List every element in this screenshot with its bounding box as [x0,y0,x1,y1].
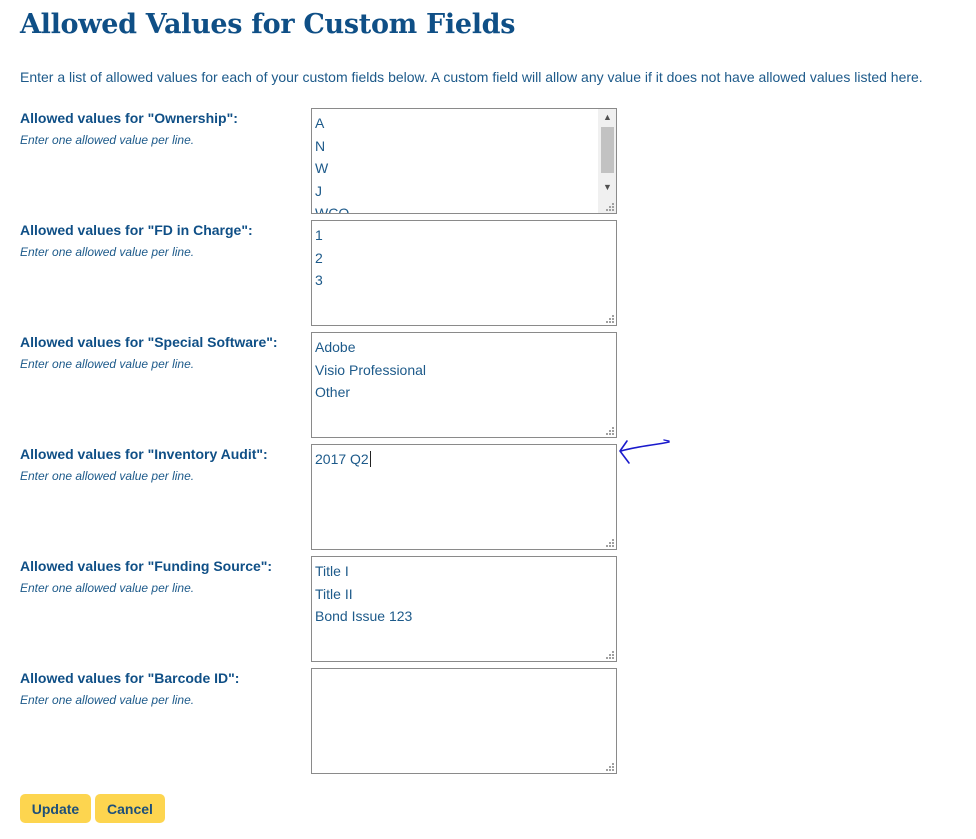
allowed-values-textarea[interactable]: 2017 Q2 [311,444,617,550]
allowed-value-text: Title II [315,585,353,602]
allowed-value-line: Visio Professional [315,359,596,382]
custom-fields-page: Allowed Values for Custom Fields Enter a… [0,0,976,839]
allowed-value-text: Bond Issue 123 [315,608,413,624]
allowed-value-line: A [315,112,596,135]
scrollbar[interactable]: ▲ ▼ [598,109,616,213]
allowed-value-line: J [315,180,596,203]
field-hint: Enter one allowed value per line. [20,357,195,371]
cancel-button[interactable]: Cancel [95,794,165,823]
scroll-thumb[interactable] [601,127,614,173]
allowed-values-textarea[interactable]: Adobe Visio Professional Other [311,332,617,438]
field-label: Allowed values for "Funding Source": [20,558,273,574]
allowed-values-list: 2017 Q2 [315,448,596,471]
resize-grip-icon[interactable] [606,427,614,435]
custom-field-row: Allowed values for "Barcode ID": Enter on… [20,668,620,774]
allowed-value-text: W [315,160,329,176]
resize-grip-icon[interactable] [606,539,614,547]
field-label: Allowed values for "Special Software": [20,334,278,350]
allowed-value-text: N [315,137,326,154]
allowed-value-text: Visio Professional [315,361,427,378]
allowed-values-list: A N W J WCO [315,112,596,214]
allowed-value-text: Adobe [315,339,356,355]
field-hint: Enter one allowed value per line. [20,693,195,707]
field-label: Allowed values for "Inventory Audit": [20,446,268,462]
field-label: Allowed values for "Ownership": [20,110,238,126]
allowed-value-text: Title I [315,563,349,579]
field-label: Allowed values for "FD in Charge": [20,222,253,238]
custom-field-row: Allowed values for "Funding Source": Ente… [20,556,620,662]
allowed-values-list: 1 2 3 [315,224,596,292]
allowed-value-line: WCO [315,202,596,214]
allowed-value-text: 2 [315,249,323,266]
allowed-values-list: Title I Title II Bond Issue 123 [315,560,596,628]
field-label: Allowed values for "Barcode ID": [20,670,240,686]
allowed-value-line: Adobe [315,336,596,359]
allowed-value-line: Title II [315,583,596,606]
allowed-value-line: 3 [315,269,596,292]
field-hint: Enter one allowed value per line. [20,469,195,483]
allowed-value-text: 2017 Q2 [315,451,369,467]
allowed-value-line: Title I [315,560,596,583]
allowed-value-line: 2017 Q2 [315,448,596,471]
resize-grip-icon[interactable] [606,203,614,211]
intro-text: Enter a list of allowed values for each … [20,69,923,85]
resize-grip-icon[interactable] [606,651,614,659]
allowed-value-text: Other [315,384,351,400]
custom-field-row: Allowed values for "Inventory Audit": Ent… [20,444,620,550]
page-title: Allowed Values for Custom Fields [20,9,516,40]
allowed-values-textarea[interactable]: Title I Title II Bond Issue 123 [311,556,617,662]
custom-field-row: Allowed values for "FD in Charge": Enter … [20,220,620,326]
allowed-values-textarea[interactable] [311,668,617,774]
update-button[interactable]: Update [20,794,91,823]
allowed-value-text: A [315,115,325,131]
custom-field-row: Allowed values for "Special Software": En… [20,332,620,438]
allowed-value-line: 2 [315,247,596,270]
allowed-value-line: 1 [315,224,596,247]
allowed-value-line: Other [315,381,596,404]
allowed-value-line: N [315,135,596,158]
allowed-value-line: Bond Issue 123 [315,605,596,628]
text-caret [369,451,371,467]
resize-grip-icon[interactable] [606,763,614,771]
allowed-value-text: WCO [315,205,350,214]
allowed-value-text: 3 [315,272,323,288]
custom-field-row: Allowed values for "Ownership": Enter one… [20,108,620,214]
allowed-value-text: J [315,182,322,199]
allowed-value-line: W [315,157,596,180]
allowed-value-text: 1 [315,227,323,243]
resize-grip-icon[interactable] [606,315,614,323]
field-hint: Enter one allowed value per line. [20,245,195,259]
scroll-down-icon[interactable]: ▼ [599,179,616,196]
scroll-up-icon[interactable]: ▲ [599,109,616,126]
field-hint: Enter one allowed value per line. [20,133,195,147]
allowed-values-textarea[interactable]: A N W J WCO ▲ ▼ [311,108,617,214]
allowed-values-list: Adobe Visio Professional Other [315,336,596,404]
field-hint: Enter one allowed value per line. [20,581,195,595]
allowed-values-textarea[interactable]: 1 2 3 [311,220,617,326]
hand-drawn-arrow-icon [619,439,670,464]
